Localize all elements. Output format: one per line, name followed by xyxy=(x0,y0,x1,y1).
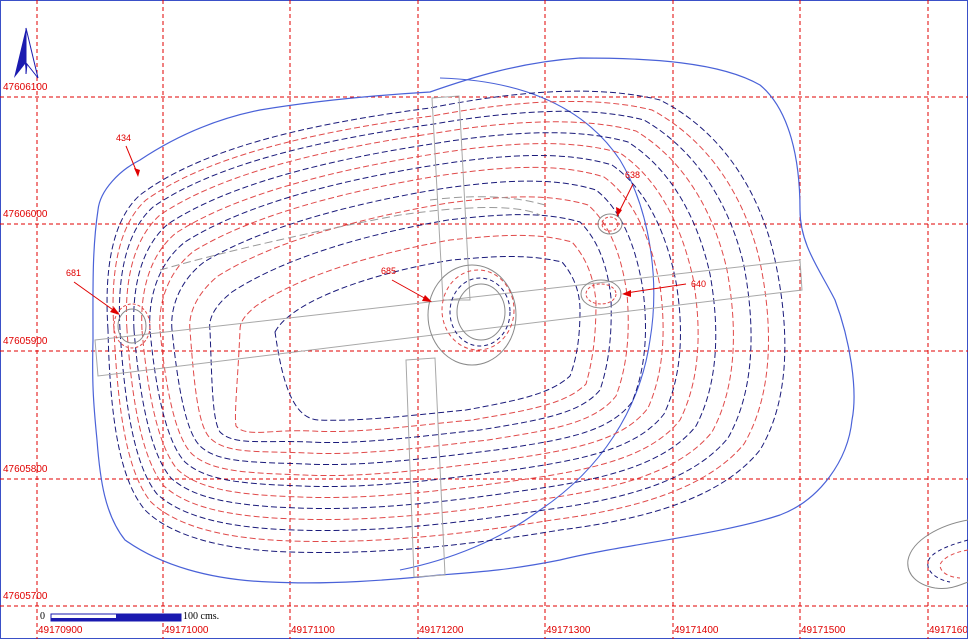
svg-text:434: 434 xyxy=(116,133,131,143)
svg-text:685: 685 xyxy=(381,266,396,276)
svg-text:681: 681 xyxy=(66,268,81,278)
easting-label-49171200: 49171200 xyxy=(419,625,464,636)
northing-label-47606100: 47606100 xyxy=(3,82,48,93)
northing-label-47605800: 47605800 xyxy=(3,464,48,475)
svg-text:638: 638 xyxy=(625,170,640,180)
easting-label-49171600: 49171600 xyxy=(929,626,967,636)
easting-label-49171100: 49171100 xyxy=(291,625,335,636)
scale-end-label: 100 cms. xyxy=(183,611,220,622)
scale-start-label: 0 xyxy=(40,611,45,622)
easting-label-49170900: 49170900 xyxy=(38,625,83,636)
northing-label-47605900: 47605900 xyxy=(3,336,48,347)
svg-text:640: 640 xyxy=(691,279,706,289)
easting-label-49171000: 49171000 xyxy=(164,625,209,636)
easting-label-49171400: 49171400 xyxy=(674,625,719,636)
northing-label-47605700: 47605700 xyxy=(3,591,48,602)
scale-bar xyxy=(50,613,182,622)
easting-label-49171300: 49171300 xyxy=(546,625,591,636)
site-plan-map: 434 681 685 638 640 xyxy=(0,0,968,639)
easting-label-49171500: 49171500 xyxy=(801,625,846,636)
northing-label-47606000: 47606000 xyxy=(3,209,48,220)
